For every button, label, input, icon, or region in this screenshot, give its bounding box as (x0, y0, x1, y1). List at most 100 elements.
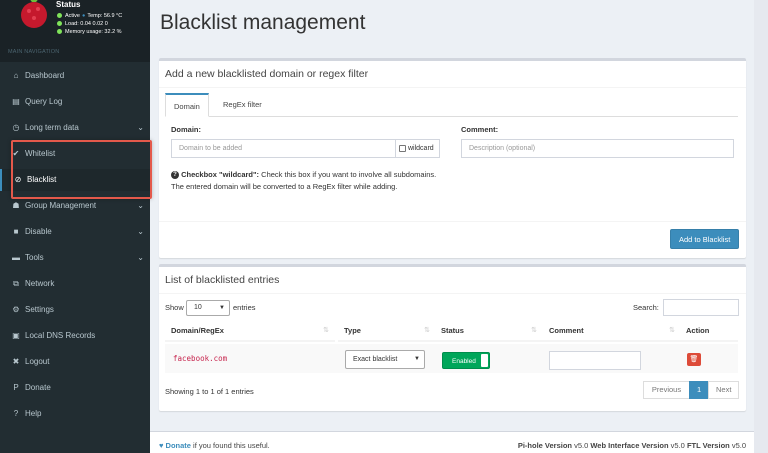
add-domain-box: Add a new blacklisted domain or regex fi… (159, 58, 746, 258)
sidebar-item-long-term-data[interactable]: ◷ Long term data ⌄ (0, 117, 150, 139)
sidebar-item-label: Help (25, 409, 42, 418)
show-label: Show (165, 303, 184, 312)
status-load-line: Load: 0.04 0.02 0 (57, 21, 108, 27)
column-domain[interactable]: Domain/RegEx ⇅ (165, 320, 335, 342)
status-temp: Temp: 56.9 °C (87, 13, 123, 19)
sidebar: Status Active ● Temp: 56.9 °C Load: 0.04 0… (0, 0, 150, 453)
list-box-title: List of blacklisted entries (159, 267, 746, 294)
search-label: Search: (633, 303, 659, 312)
column-status[interactable]: Status ⇅ (435, 320, 543, 342)
temperature-icon: ● (81, 13, 86, 19)
entry-type-select[interactable]: Exact blacklist ▼ (345, 350, 425, 369)
tab-domain[interactable]: Domain (165, 93, 209, 117)
footer-donate-link[interactable]: Donate (166, 441, 191, 450)
wildcard-checkbox[interactable] (399, 144, 406, 152)
home-icon: ⌂ (13, 71, 19, 80)
sidebar-item-group-management[interactable]: ☗ Group Management ⌄ (0, 195, 150, 217)
footer-donate-line: ♥ Donate if you found this useful. (159, 441, 270, 450)
footer-versions: Pi-hole Version v5.0 Web Interface Versi… (518, 441, 746, 450)
comment-input[interactable]: Description (optional) (461, 139, 734, 158)
sidebar-item-label: Whitelist (25, 149, 56, 158)
domain-label: Domain: (171, 125, 201, 134)
sidebar-item-settings[interactable]: ⚙ Settings (0, 299, 150, 321)
chevron-down-icon: ⌄ (137, 227, 144, 236)
page-length-select[interactable]: 10 ▼ (186, 300, 230, 316)
sort-icon: ⇅ (323, 327, 329, 334)
cogs-icon: ⚙ (12, 305, 20, 314)
entry-type: Exact blacklist (353, 356, 398, 363)
footer-donate-text: if you found this useful. (190, 441, 270, 450)
add-box-title: Add a new blacklisted domain or regex fi… (159, 61, 746, 88)
check-circle-icon: ✔ (12, 149, 20, 158)
delete-entry-button[interactable]: 🗑 (687, 353, 701, 366)
add-tabs: Domain RegEx filter (165, 93, 738, 117)
chevron-down-icon: ▼ (219, 305, 225, 311)
sidebar-item-help[interactable]: ? Help (0, 403, 150, 425)
sidebar-item-local-dns-records[interactable]: ▣ Local DNS Records (0, 325, 150, 347)
sidebar-item-logout[interactable]: ✖ Logout (0, 351, 150, 373)
entries-label: entries (233, 303, 256, 312)
column-action: Action (680, 320, 738, 342)
page-length-value: 10 (194, 304, 202, 311)
users-icon: ☗ (12, 201, 20, 210)
column-type[interactable]: Type ⇅ (338, 320, 436, 342)
sidebar-item-whitelist[interactable]: ✔ Whitelist (0, 143, 150, 165)
entry-comment-input[interactable] (549, 351, 641, 370)
web-version-label: Web Interface Version (590, 441, 669, 450)
memory-dot-icon (57, 29, 62, 35)
sidebar-item-network[interactable]: ⧉ Network (0, 273, 150, 295)
wildcard-help: ? Checkbox "wildcard": Check this box if… (171, 169, 441, 193)
window-edge (754, 0, 768, 453)
sidebar-item-label: Logout (25, 357, 50, 366)
sidebar-item-blacklist[interactable]: ⊘ Blacklist (0, 169, 150, 191)
table-info: Showing 1 to 1 of 1 entries (165, 387, 254, 396)
paypal-icon: P (13, 383, 19, 392)
sidebar-item-label: Blacklist (27, 175, 57, 184)
folder-icon: ▬ (12, 253, 20, 262)
pagination-next[interactable]: Next (708, 381, 739, 399)
pihole-version: v5.0 (572, 441, 591, 450)
sidebar-item-label: Donate (25, 383, 51, 392)
ftl-version-label: FTL Version (686, 441, 730, 450)
entry-status-toggle[interactable]: Enabled (442, 352, 490, 369)
sidebar-item-label: Query Log (25, 97, 63, 106)
column-comment[interactable]: Comment ⇅ (543, 320, 681, 342)
ftl-version: v5.0 (729, 441, 746, 450)
footer: ♥ Donate if you found this useful. Pi-ho… (150, 431, 768, 453)
sidebar-item-dashboard[interactable]: ⌂ Dashboard (0, 65, 150, 87)
sidebar-item-label: Long term data (25, 123, 79, 132)
sidebar-item-disable[interactable]: ■ Disable ⌄ (0, 221, 150, 243)
chevron-down-icon: ▼ (414, 356, 420, 362)
status-active-line: Active ● Temp: 56.9 °C (57, 13, 122, 19)
pagination-page-1[interactable]: 1 (689, 381, 709, 399)
box-footer-divider (159, 221, 746, 222)
sidebar-item-label: Tools (25, 253, 44, 262)
sidebar-item-label: Group Management (25, 201, 97, 210)
nav-header: MAIN NAVIGATION (0, 42, 150, 62)
sidebar-item-query-log[interactable]: ▤ Query Log (0, 91, 150, 113)
pagination-previous[interactable]: Previous (643, 381, 690, 399)
entry-status: Enabled (452, 358, 476, 365)
clock-icon: ◷ (12, 123, 20, 132)
chevron-down-icon: ⌄ (137, 201, 144, 210)
status-load: Load: 0.04 0.02 0 (65, 21, 108, 27)
status-panel: Status Active ● Temp: 56.9 °C Load: 0.04 0… (0, 0, 150, 42)
load-dot-icon (57, 21, 62, 27)
sort-icon: ⇅ (669, 327, 675, 334)
pihole-version-label: Pi-hole Version (517, 441, 573, 450)
question-circle-icon: ? (13, 409, 19, 418)
sidebar-item-label: Dashboard (25, 71, 65, 80)
heart-icon: ♥ (159, 441, 164, 450)
stop-icon: ■ (13, 227, 19, 236)
entry-domain: facebook.com (173, 354, 228, 363)
sidebar-item-donate[interactable]: P Donate (0, 377, 150, 399)
add-to-blacklist-button[interactable]: Add to Blacklist (670, 229, 740, 249)
sidebar-item-tools[interactable]: ▬ Tools ⌄ (0, 247, 150, 269)
comment-label: Comment: (461, 125, 499, 134)
ban-icon: ⊘ (14, 175, 22, 184)
tab-regex-filter[interactable]: RegEx filter (215, 93, 270, 117)
chevron-down-icon: ⌄ (137, 253, 144, 262)
status-active: Active (65, 13, 80, 19)
domain-input[interactable]: Domain to be added (171, 139, 396, 158)
search-input[interactable] (663, 299, 739, 316)
